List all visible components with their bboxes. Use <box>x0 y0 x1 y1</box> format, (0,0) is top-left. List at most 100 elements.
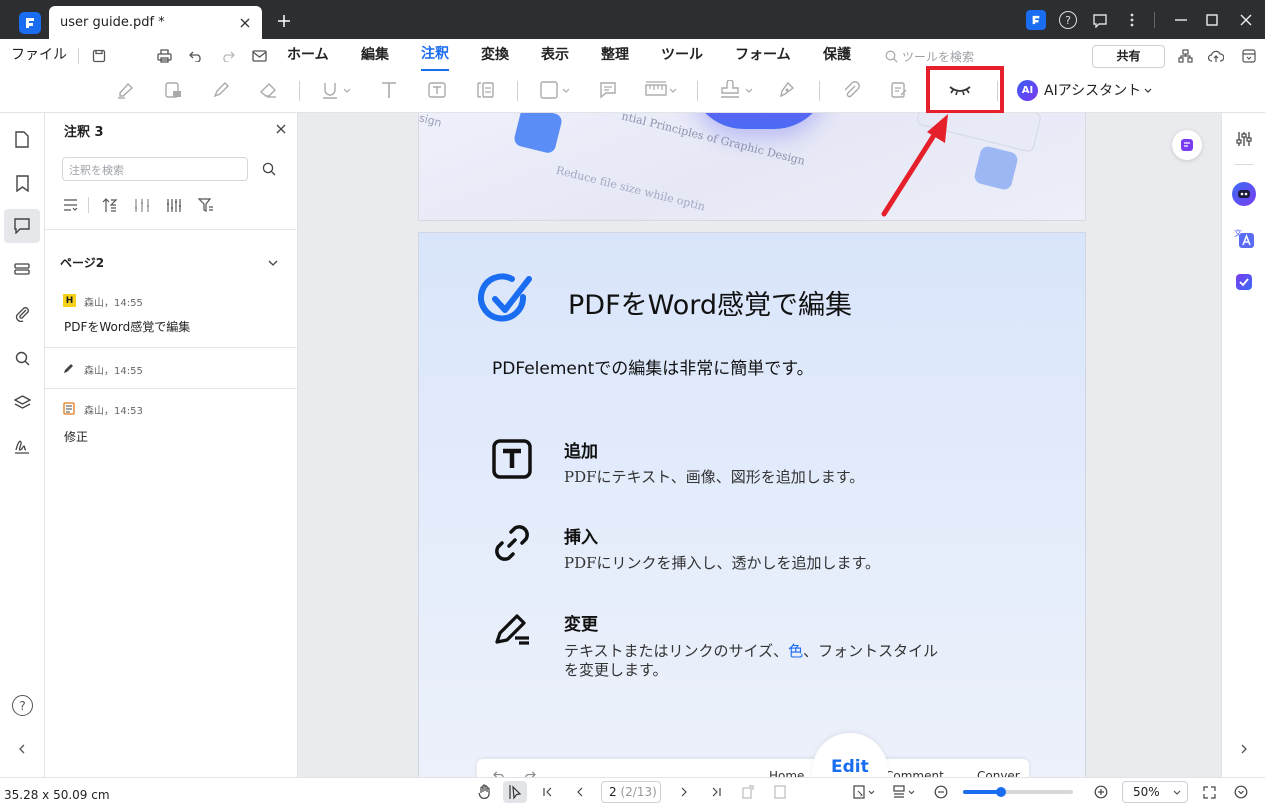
note-tool-icon[interactable] <box>596 79 620 101</box>
collapse-left-icon[interactable] <box>14 741 30 757</box>
menu-home[interactable]: ホーム <box>287 39 329 73</box>
save-icon[interactable] <box>90 47 108 65</box>
feedback-icon[interactable] <box>1091 11 1109 29</box>
filter-user-icon[interactable] <box>133 196 151 214</box>
pages-icon[interactable] <box>12 129 32 149</box>
tool-search-input[interactable]: ツールを検索 <box>902 48 974 65</box>
text-callout-tool-icon[interactable] <box>473 79 497 101</box>
menu-comment[interactable]: 注釈 <box>421 39 449 71</box>
measure-tool-icon[interactable] <box>643 79 679 101</box>
annotation-meta: 森山，14:53 <box>84 406 143 417</box>
first-page-icon[interactable] <box>540 784 556 800</box>
sort-icon[interactable] <box>101 196 119 214</box>
highlight-tool-icon[interactable] <box>113 79 137 101</box>
attachment-icon[interactable] <box>12 304 32 324</box>
signature-tool-icon[interactable] <box>775 79 799 101</box>
page-number-field[interactable]: 2 (2/13) <box>601 781 661 803</box>
undo-icon[interactable] <box>187 47 205 65</box>
zoom-slider-handle[interactable] <box>996 787 1006 797</box>
close-tab-icon[interactable] <box>237 15 253 31</box>
floating-note-icon[interactable] <box>1172 130 1202 160</box>
annotation-list-tool-icon[interactable] <box>887 79 911 101</box>
help-icon[interactable]: ? <box>12 695 33 716</box>
cloud-upload-icon[interactable] <box>1207 47 1225 65</box>
select-tool-icon[interactable] <box>506 783 524 801</box>
zoom-slider[interactable] <box>963 787 1073 797</box>
bookmark-icon[interactable] <box>12 173 32 193</box>
share-button[interactable]: 共有 <box>1092 45 1165 68</box>
mock-edit-circle: Edit <box>812 733 888 777</box>
document-tab[interactable]: user guide.pdf * <box>49 6 262 39</box>
annotation-item[interactable]: 森山，14:53 修正 <box>45 389 298 449</box>
hide-annotations-eye-icon[interactable] <box>946 80 974 100</box>
attachment-tool-icon[interactable] <box>839 79 863 101</box>
help-icon[interactable]: ? <box>1059 11 1077 29</box>
filter-status-icon[interactable] <box>165 196 183 214</box>
page-group-label[interactable]: ページ2 <box>60 254 104 271</box>
next-page-icon[interactable] <box>676 784 692 800</box>
search-icon[interactable] <box>12 348 32 368</box>
ai-assistant-button[interactable]: AIアシスタント <box>1044 80 1141 100</box>
stamp-tool-icon[interactable] <box>716 79 756 101</box>
expand-right-icon[interactable] <box>1236 741 1252 757</box>
document-canvas[interactable]: sign ntial Principles of Graphic Design … <box>298 113 1221 777</box>
ai-robot-icon[interactable] <box>1232 182 1256 206</box>
annotation-item[interactable]: 森山，14:55 <box>45 348 298 388</box>
menu-view[interactable]: 表示 <box>541 39 569 73</box>
minimize-icon[interactable] <box>1172 11 1190 29</box>
hand-tool-icon[interactable] <box>476 783 494 801</box>
close-panel-icon[interactable] <box>274 122 288 136</box>
page-layout-icon[interactable] <box>852 783 878 801</box>
layers-icon[interactable] <box>12 392 32 412</box>
comment-search-input[interactable]: 注釈を検索 <box>69 162 124 178</box>
close-window-icon[interactable] <box>1237 11 1255 29</box>
menu-edit[interactable]: 編集 <box>361 39 389 73</box>
comment-search-field[interactable]: 注釈を検索 <box>62 157 248 181</box>
menu-tools[interactable]: ツール <box>661 39 703 73</box>
new-tab-icon[interactable] <box>276 13 292 29</box>
scroll-mode-icon[interactable] <box>892 783 918 801</box>
toolbar-divider <box>697 81 698 101</box>
menu-protect[interactable]: 保護 <box>823 39 851 73</box>
fit-page-icon[interactable] <box>772 783 788 801</box>
rotate-view-icon[interactable] <box>740 783 756 801</box>
chevron-down-icon[interactable] <box>266 256 280 270</box>
last-page-icon[interactable] <box>708 784 724 800</box>
zoom-in-icon[interactable] <box>1093 784 1109 800</box>
workflow-icon[interactable] <box>1176 47 1194 65</box>
zoom-out-icon[interactable] <box>933 784 949 800</box>
menu-convert[interactable]: 変換 <box>481 39 509 73</box>
pencil-tool-icon[interactable] <box>209 79 233 101</box>
menu-organize[interactable]: 整理 <box>601 39 629 73</box>
menu-file[interactable]: ファイル <box>11 39 67 73</box>
fullscreen-icon[interactable] <box>1201 784 1217 800</box>
search-icon[interactable] <box>260 160 278 178</box>
underline-tool-icon[interactable] <box>318 79 354 101</box>
task-check-icon[interactable] <box>1232 270 1256 294</box>
signature-icon[interactable] <box>12 436 32 456</box>
menu-form[interactable]: フォーム <box>735 39 791 73</box>
expand-all-icon[interactable] <box>61 196 79 214</box>
eraser-tool-icon[interactable] <box>256 79 280 101</box>
redo-icon[interactable] <box>219 47 237 65</box>
translate-icon[interactable]: 文 <box>1232 226 1256 250</box>
text-tool-icon[interactable] <box>377 79 401 101</box>
area-highlight-tool-icon[interactable] <box>161 79 185 101</box>
textbox-tool-icon[interactable] <box>425 79 449 101</box>
layers-list-icon[interactable] <box>12 260 32 280</box>
properties-icon[interactable] <box>1234 129 1254 149</box>
annotation-item[interactable]: H 森山，14:55 PDFをWord感覚で編集 <box>45 289 298 347</box>
feature-desc-color: 色 <box>788 642 804 660</box>
print-icon[interactable] <box>155 47 173 65</box>
collapse-ribbon-icon[interactable] <box>1240 47 1258 65</box>
account-icon[interactable] <box>1026 10 1046 30</box>
previous-page-icon[interactable] <box>572 784 588 800</box>
comments-icon[interactable] <box>12 216 32 236</box>
filter-icon[interactable] <box>197 196 215 214</box>
mail-icon[interactable] <box>250 47 268 65</box>
more-options-icon[interactable] <box>1124 11 1140 29</box>
maximize-icon[interactable] <box>1203 11 1221 29</box>
zoom-select[interactable]: 50% <box>1122 781 1188 803</box>
shape-tool-icon[interactable] <box>537 79 573 101</box>
collapse-status-icon[interactable] <box>1233 784 1249 800</box>
